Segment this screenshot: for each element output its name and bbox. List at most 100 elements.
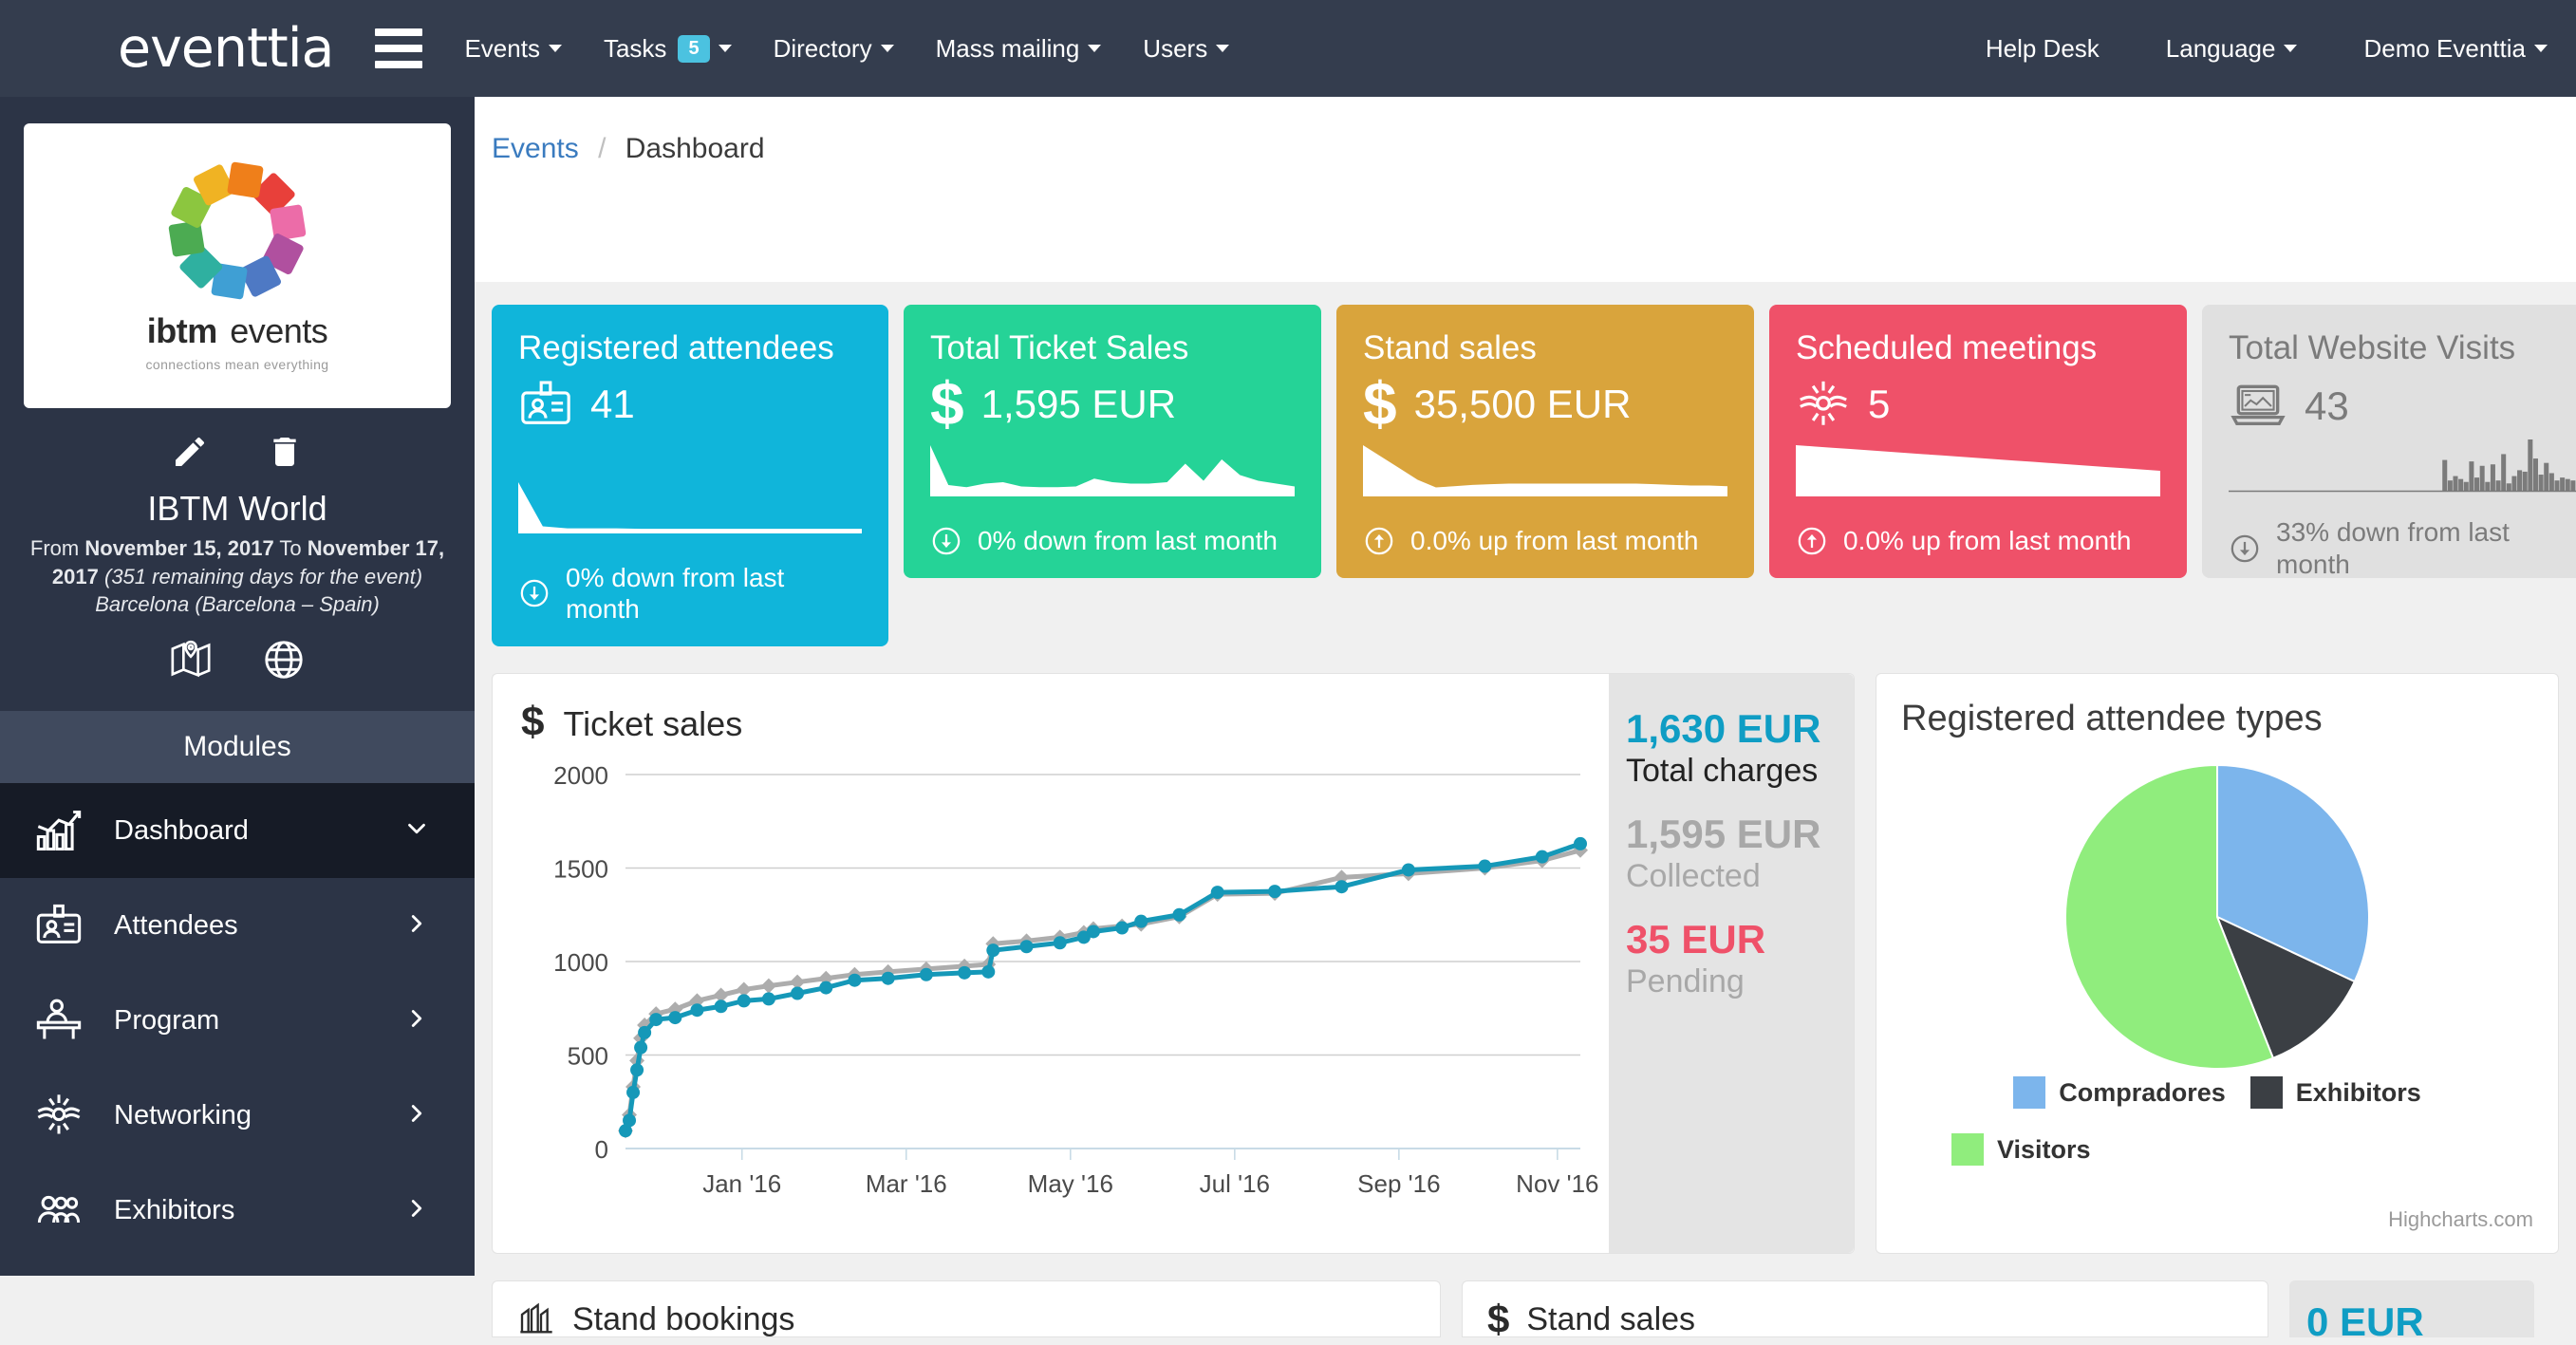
pencil-icon[interactable] <box>171 433 209 476</box>
bottom-card-stand-sales[interactable]: $Stand sales <box>1462 1280 2268 1337</box>
legend-label: Compradores <box>2059 1078 2226 1108</box>
data-point[interactable] <box>626 1086 640 1099</box>
data-point[interactable] <box>761 979 776 994</box>
kpi-footer: 33% down from last month <box>2229 516 2576 580</box>
sparkline <box>2229 436 2576 495</box>
hamburger-icon[interactable] <box>375 28 422 68</box>
data-point[interactable] <box>649 1013 663 1026</box>
data-point[interactable] <box>623 1113 636 1127</box>
kpi-footer: 0% down from last month <box>930 525 1295 557</box>
nav-item-language[interactable]: Language <box>2166 34 2298 64</box>
kpi-icon <box>1796 377 1851 432</box>
nav-item-demo-eventtia[interactable]: Demo Eventtia <box>2363 34 2548 64</box>
nav-item-label: Mass mailing <box>936 34 1080 64</box>
brand-logo[interactable]: eventtia <box>118 17 333 80</box>
sidebar-item-points-of-interest[interactable]: Points of interest <box>0 1258 475 1276</box>
data-point[interactable] <box>737 994 751 1007</box>
speaker-desk-icon <box>34 996 84 1045</box>
kpi-footer-text: 0% down from last month <box>978 525 1278 557</box>
data-point[interactable] <box>981 965 995 979</box>
data-point[interactable] <box>668 1011 681 1024</box>
event-location: Barcelona (Barcelona – Spain) <box>0 590 475 619</box>
highcharts-credit[interactable]: Highcharts.com <box>2388 1207 2533 1232</box>
kpi-card-scheduled-meetings[interactable]: Scheduled meetings50.0% up from last mon… <box>1769 305 2187 578</box>
sidebar-item-dashboard[interactable]: Dashboard <box>0 783 475 878</box>
sidebar-item-label: Attendees <box>114 910 402 942</box>
legend-swatch <box>1951 1133 1984 1166</box>
chevron-right-icon <box>402 1099 431 1128</box>
globe-icon[interactable] <box>262 638 306 686</box>
ticket-sales-line-chart[interactable]: 0500100015002000Jan '16Mar '16May '16Jul… <box>521 746 1603 1221</box>
data-point[interactable] <box>920 968 933 981</box>
data-point[interactable] <box>1536 850 1549 864</box>
nav-item-help-desk[interactable]: Help Desk <box>1986 34 2100 64</box>
data-point[interactable] <box>715 999 728 1013</box>
data-point[interactable] <box>1172 908 1185 922</box>
nav-item-directory[interactable]: Directory <box>774 34 894 64</box>
sidebar-item-attendees[interactable]: Attendees <box>0 878 475 973</box>
attendee-types-pie-chart[interactable] <box>2056 756 2379 1078</box>
data-point[interactable] <box>1574 837 1587 850</box>
nav-item-users[interactable]: Users <box>1143 34 1229 64</box>
data-point[interactable] <box>1087 925 1100 938</box>
kpi-card-total-website-visits[interactable]: Total Website Visits4333% down from last… <box>2202 305 2576 578</box>
bottom-card-stand-bookings[interactable]: Stand bookings <box>492 1280 1441 1337</box>
sidebar-item-icon <box>25 996 93 1045</box>
navbar-right-menu: Help Desk Language Demo Eventtia <box>1919 34 2548 64</box>
sparkline <box>1796 441 2160 500</box>
kpi-card-stand-sales[interactable]: Stand sales$35,500 EUR0.0% up from last … <box>1336 305 1754 578</box>
data-point[interactable] <box>630 1063 644 1076</box>
map-icon[interactable] <box>169 638 213 686</box>
dollar-icon: $ <box>1487 1297 1509 1337</box>
data-point[interactable] <box>848 974 861 987</box>
data-point[interactable] <box>1054 936 1067 949</box>
data-point[interactable] <box>1134 915 1148 928</box>
stat-value: 35 EUR <box>1626 917 1854 962</box>
data-point[interactable] <box>1115 922 1129 935</box>
data-point[interactable] <box>634 1041 647 1055</box>
sidebar-item-icon <box>25 1186 93 1235</box>
data-point[interactable] <box>638 1026 651 1039</box>
data-point[interactable] <box>1335 880 1349 893</box>
kpi-card-registered-attendees[interactable]: Registered attendees410% down from last … <box>492 305 888 646</box>
kpi-footer-text: 33% down from last month <box>2276 516 2576 580</box>
data-point[interactable] <box>1478 860 1491 873</box>
data-point[interactable] <box>1020 940 1034 953</box>
sidebar-item-exhibitors[interactable]: Exhibitors <box>0 1163 475 1258</box>
trash-icon[interactable] <box>266 433 304 476</box>
kpi-trend-icon <box>2229 532 2261 565</box>
attendee-types-legend: Compradores Exhibitors Visitors <box>1951 1076 2483 1166</box>
data-point[interactable] <box>1402 863 1415 876</box>
ring-diamond <box>227 161 264 198</box>
logo-tagline: connections mean everything <box>146 357 329 372</box>
nav-item-tasks[interactable]: Tasks5 <box>604 34 732 64</box>
kpi-footer: 0% down from last month <box>518 562 862 626</box>
data-point[interactable] <box>791 986 804 999</box>
nav-item-events[interactable]: Events <box>464 34 562 64</box>
y-axis-tick: 2000 <box>553 761 608 790</box>
modules-header: Modules <box>0 711 475 783</box>
kpi-icon <box>2229 377 2287 436</box>
data-point[interactable] <box>819 981 832 995</box>
kpi-card-total-ticket-sales[interactable]: Total Ticket Sales$1,595 EUR0% down from… <box>904 305 1321 578</box>
nav-item-mass-mailing[interactable]: Mass mailing <box>936 34 1102 64</box>
chevron-right-icon <box>402 1004 431 1033</box>
legend-item-visitors[interactable]: Visitors <box>1951 1133 2483 1166</box>
data-point[interactable] <box>1211 886 1224 899</box>
sidebar-item-networking[interactable]: Networking <box>0 1068 475 1163</box>
data-point[interactable] <box>690 1003 703 1017</box>
data-point[interactable] <box>1268 885 1281 898</box>
ticket-sales-title-text: Ticket sales <box>563 704 742 744</box>
data-point[interactable] <box>762 992 775 1005</box>
legend-item-exhibitors[interactable]: Exhibitors <box>2250 1076 2421 1109</box>
breadcrumb-parent[interactable]: Events <box>492 133 579 164</box>
nav-item-badge: 5 <box>678 35 709 63</box>
data-point[interactable] <box>882 972 895 985</box>
kpi-title: Scheduled meetings <box>1796 329 2160 367</box>
data-point[interactable] <box>986 943 999 957</box>
chevron-down-icon <box>1216 45 1229 52</box>
sidebar-item-program[interactable]: Program <box>0 973 475 1068</box>
sparkline <box>518 478 862 537</box>
data-point[interactable] <box>958 966 971 980</box>
legend-item-compradores[interactable]: Compradores <box>2013 1076 2226 1109</box>
